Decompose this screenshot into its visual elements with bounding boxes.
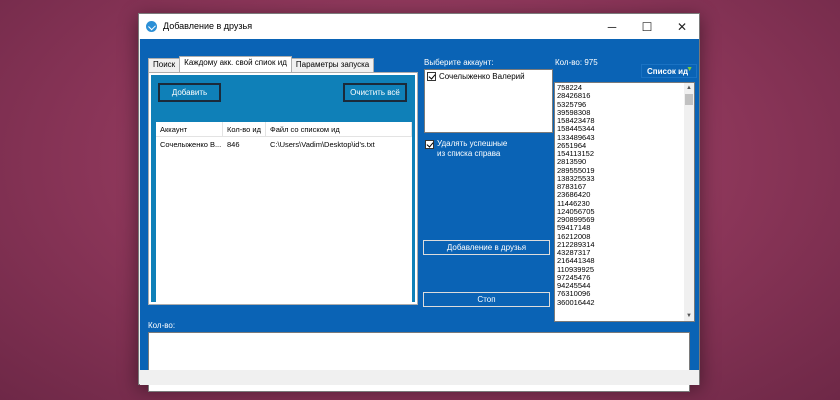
- window-title: Добавление в друзья: [163, 21, 253, 31]
- account-list[interactable]: Сочелыженко Валерий: [424, 69, 553, 133]
- minimize-button[interactable]: ─: [595, 14, 629, 39]
- add-friends-button[interactable]: Добавление в друзья: [423, 240, 550, 255]
- add-button[interactable]: Добавить: [158, 83, 221, 102]
- choose-account-label: Выберите аккаунт:: [424, 58, 494, 67]
- id-list-item: 360016442: [557, 297, 595, 307]
- cell-id-count: 846: [227, 140, 240, 149]
- tab-launch-params[interactable]: Параметры запуска: [290, 58, 375, 72]
- ids-scrollbar[interactable]: ▲ ▼: [684, 83, 694, 321]
- clear-all-button[interactable]: Очистить всё: [343, 83, 407, 102]
- list-type-dropdown[interactable]: Список ид ▼: [641, 64, 697, 78]
- tab-per-account-ids[interactable]: Каждому акк. свой спиок ид: [179, 56, 292, 72]
- close-button[interactable]: ✕: [665, 14, 699, 39]
- ids-count-label: Кол-во: 975: [555, 58, 598, 67]
- scroll-thumb[interactable]: [685, 94, 693, 105]
- status-strip: [140, 370, 699, 385]
- tab-strip: Поиск Каждому акк. свой спиок ид Парамет…: [148, 56, 375, 72]
- main-window: Добавление в друзья ─ ☐ ✕ Поиск Каждому …: [138, 13, 700, 392]
- tab-panel: Добавить Очистить всё Аккаунт Кол-во ид …: [148, 72, 418, 305]
- remove-successful-label: Удалять успешные из списка справа: [437, 139, 507, 159]
- telegram-app-icon: [146, 21, 157, 32]
- ids-list: 758224 28426816 5325796 39598308 158423478 15…: [557, 83, 595, 307]
- account-checkbox[interactable]: [427, 72, 436, 81]
- scroll-up-arrow-icon[interactable]: ▲: [684, 83, 694, 93]
- accounts-ids-table[interactable]: Аккаунт Кол-во ид Файл со списком ид Соч…: [156, 122, 412, 302]
- column-header-id-count[interactable]: Кол-во ид: [223, 122, 266, 136]
- ids-textbox[interactable]: 758224 28426816 5325796 39598308 158423478 15…: [554, 82, 695, 322]
- title-bar[interactable]: Добавление в друзья ─ ☐ ✕: [139, 14, 699, 39]
- remove-successful-checkbox[interactable]: [425, 140, 434, 149]
- table-header: Аккаунт Кол-во ид Файл со списком ид: [156, 122, 412, 137]
- dropdown-arrow-icon: ▼: [686, 66, 693, 73]
- stop-button[interactable]: Стоп: [423, 292, 550, 307]
- account-name: Сочелыженко Валерий: [439, 72, 525, 81]
- remove-successful-toggle[interactable]: Удалять успешные из списка справа: [425, 139, 507, 159]
- tab-panel-inner: Добавить Очистить всё Аккаунт Кол-во ид …: [151, 75, 415, 302]
- client-area: Поиск Каждому акк. свой спиок ид Парамет…: [140, 39, 699, 392]
- column-header-id-file[interactable]: Файл со списком ид: [266, 122, 412, 136]
- remove-successful-label-line2: из списка справа: [437, 149, 501, 158]
- tab-search[interactable]: Поиск: [148, 58, 181, 72]
- column-header-account[interactable]: Аккаунт: [156, 122, 223, 136]
- maximize-button[interactable]: ☐: [630, 14, 664, 39]
- cell-id-file: C:\Users\Vadim\Desktop\id's.txt: [270, 140, 375, 149]
- cell-account: Сочелыженко В...: [160, 140, 222, 149]
- account-item[interactable]: Сочелыженко Валерий: [425, 70, 552, 83]
- scroll-down-arrow-icon[interactable]: ▼: [684, 311, 694, 321]
- remove-successful-label-line1: Удалять успешные: [437, 139, 508, 148]
- table-row[interactable]: Сочелыженко В... 846 C:\Users\Vadim\Desk…: [156, 137, 412, 152]
- list-type-value: Список ид: [647, 66, 689, 76]
- log-count-label: Кол-во:: [148, 321, 176, 330]
